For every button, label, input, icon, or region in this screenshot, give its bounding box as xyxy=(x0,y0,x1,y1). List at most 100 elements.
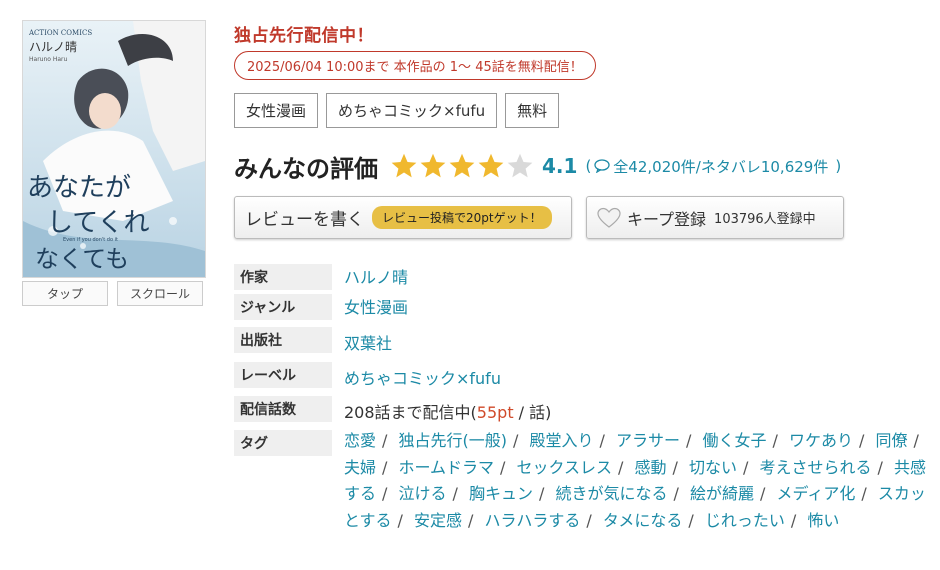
tag-separator: / xyxy=(772,431,778,450)
chip-free[interactable]: 無料 xyxy=(505,93,560,128)
tag-link[interactable]: セックスレス xyxy=(517,458,613,477)
tag-separator: / xyxy=(586,510,592,530)
tag-separator: / xyxy=(913,431,919,450)
tag-link[interactable]: ワケあり xyxy=(789,431,853,450)
write-review-button[interactable]: レビューを書く レビュー投稿で20ptゲット！ xyxy=(234,196,572,239)
tap-button-label: タップ xyxy=(46,287,83,301)
tag-link[interactable]: 切ない xyxy=(689,458,737,477)
tag-separator: / xyxy=(672,457,678,477)
publisher-link[interactable]: 双葉社 xyxy=(344,330,392,354)
category-chips: 女性漫画 めちゃコミック×fufu 無料 xyxy=(234,93,560,128)
author-link[interactable]: ハルノ晴 xyxy=(344,264,408,288)
tap-button[interactable]: タップ xyxy=(22,281,108,306)
tag-link[interactable]: メディア化 xyxy=(777,484,856,503)
tag-link[interactable]: 恋愛 xyxy=(344,431,376,450)
info-row-label: レーベル xyxy=(234,362,332,388)
tag-link[interactable]: 怖い xyxy=(807,511,839,530)
tag-separator: / xyxy=(599,431,605,450)
cover-publisher-mark: ACTION COMICS xyxy=(28,29,92,37)
tag-separator: / xyxy=(452,484,458,503)
cover-author: ハルノ晴 xyxy=(29,40,77,54)
cover-title-line3: なくても xyxy=(35,245,129,273)
tag-link[interactable]: 殿堂入り xyxy=(529,431,593,450)
tag-link[interactable]: 独占先行(一般) xyxy=(399,431,508,450)
review-count-link[interactable]: ( 全42,020件/ネタバレ10,629件 ) xyxy=(585,156,841,177)
scroll-button[interactable]: スクロール xyxy=(117,281,203,306)
tag-separator: / xyxy=(618,457,624,477)
tag-list: 恋愛 / 独占先行(一般) / 殿堂入り / アラサー / 働く女子 / ワケあり / 同僚… xyxy=(344,428,934,534)
action-buttons: レビューを書く レビュー投稿で20ptゲット！ キープ登録 103796人登録中 xyxy=(234,196,844,239)
info-row-publisher: 出版社 xyxy=(234,327,332,353)
tag-separator: / xyxy=(673,484,679,503)
tag-link[interactable]: タメになる xyxy=(603,511,683,530)
episodes-value: 208話まで配信中(55pt / 話) xyxy=(344,399,551,423)
tag-link[interactable]: 同僚 xyxy=(875,431,907,450)
review-bonus-badge: レビュー投稿で20ptゲット！ xyxy=(372,206,552,229)
tag-separator: / xyxy=(760,484,766,503)
free-episodes-notice: 2025/06/04 10:00まで 本作品の 1～ 45話を無料配信！ xyxy=(234,51,596,80)
tag-link[interactable]: 泣ける xyxy=(399,484,447,503)
tag-separator: / xyxy=(861,484,867,503)
info-row-tags: タグ xyxy=(234,430,332,456)
star-icon xyxy=(420,153,446,178)
label-link[interactable]: めちゃコミック×fufu xyxy=(344,365,501,389)
tag-link[interactable]: じれったい xyxy=(705,511,785,530)
review-count: 全42,020件/ネタバレ10,629件 xyxy=(613,157,829,176)
write-review-label: レビューを書く xyxy=(245,210,364,230)
tag-link[interactable]: ホームドラマ xyxy=(399,458,495,477)
tag-separator: / xyxy=(468,510,474,530)
tag-link[interactable]: 安定感 xyxy=(414,511,462,530)
episodes-prefix: 208話まで配信中( xyxy=(344,403,477,422)
tag-separator: / xyxy=(688,510,694,530)
tag-separator: / xyxy=(877,457,883,477)
info-row-author: 作家 xyxy=(234,264,332,290)
label-label: レーベル xyxy=(234,362,332,388)
tag-link[interactable]: 考えさせられる xyxy=(760,458,872,477)
tag-link[interactable]: 働く女子 xyxy=(702,431,766,450)
tag-link[interactable]: 感動 xyxy=(635,458,667,477)
tag-separator: / xyxy=(859,431,865,450)
cover-title-line2: してくれ xyxy=(47,208,149,238)
tags-label: タグ xyxy=(234,430,332,456)
keep-label: キープ登録 xyxy=(627,209,707,229)
info-row-episodes: 配信話数 xyxy=(234,396,332,422)
star-icon xyxy=(507,153,533,178)
info-row-genre: ジャンル xyxy=(234,294,332,320)
tag-separator: / xyxy=(382,457,388,477)
rating-title: みんなの評価 xyxy=(234,154,378,183)
close-paren: ) xyxy=(835,157,842,175)
cover-subtitle: Even if you don't do it xyxy=(63,237,118,243)
star-icon xyxy=(478,153,504,178)
cover-title-line1: あなたが xyxy=(27,173,131,203)
keep-button[interactable]: キープ登録 103796人登録中 xyxy=(586,196,844,239)
tag-separator: / xyxy=(743,457,749,477)
genre-link[interactable]: 女性漫画 xyxy=(344,294,408,318)
episodes-suffix: / 話) xyxy=(513,403,552,422)
author-label: 作家 xyxy=(234,264,332,290)
tag-link[interactable]: 夫婦 xyxy=(344,458,376,477)
publisher-label: 出版社 xyxy=(234,327,332,353)
genre-label: ジャンル xyxy=(234,294,332,320)
star-icon xyxy=(391,153,417,178)
chip-genre[interactable]: 女性漫画 xyxy=(234,93,319,128)
tag-link[interactable]: アラサー xyxy=(616,431,680,450)
tag-separator: / xyxy=(686,431,692,450)
tag-separator: / xyxy=(790,510,797,530)
open-paren: ( xyxy=(585,157,592,175)
heart-icon xyxy=(597,207,621,228)
keep-count: 103796人登録中 xyxy=(714,212,816,227)
tag-link[interactable]: ハラハラする xyxy=(485,511,581,530)
episodes-pt: 55pt xyxy=(476,403,514,422)
tag-separator: / xyxy=(513,431,519,450)
rating-score: 4.1 xyxy=(542,154,578,178)
tag-link[interactable]: 続きが気になる xyxy=(556,484,668,503)
cover-author-romaji: Haruno Haru xyxy=(29,56,67,63)
tag-link[interactable]: 絵が綺麗 xyxy=(690,484,754,503)
cover-image[interactable]: ACTION COMICS ハルノ晴 Haruno Haru あなたが してくれ… xyxy=(22,20,206,278)
tag-link[interactable]: 胸キュン xyxy=(469,484,533,503)
tag-separator: / xyxy=(500,457,506,477)
tag-separator: / xyxy=(382,484,388,503)
star-rating xyxy=(390,152,534,180)
chip-label[interactable]: めちゃコミック×fufu xyxy=(326,93,498,128)
scroll-button-label: スクロール xyxy=(129,287,190,301)
